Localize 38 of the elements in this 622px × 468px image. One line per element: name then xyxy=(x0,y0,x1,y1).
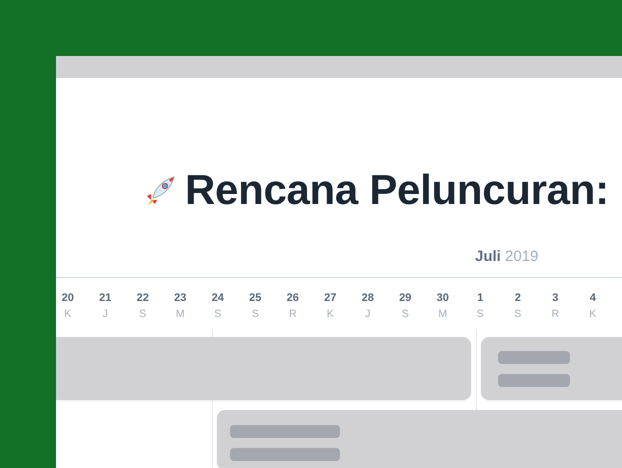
day-number: 27 xyxy=(324,292,336,304)
weekday-label: S xyxy=(476,308,484,320)
timeline-card[interactable] xyxy=(56,337,471,400)
weekday-label: S xyxy=(402,308,409,320)
weekday-label: J xyxy=(102,308,108,320)
day-number: 23 xyxy=(174,292,186,304)
day-number: 24 xyxy=(212,292,224,304)
weekday-label: K xyxy=(326,308,334,320)
rocket-icon xyxy=(145,174,177,206)
day-number: 2 xyxy=(514,292,521,304)
day-number: 30 xyxy=(436,292,449,304)
day-number: 3 xyxy=(552,292,558,304)
weekday-label: R xyxy=(551,308,560,320)
weekday-label: S xyxy=(214,308,222,320)
weekday-label: R xyxy=(288,308,297,320)
day-number: 4 xyxy=(590,292,596,304)
day-number: 21 xyxy=(99,292,112,304)
day-number: 28 xyxy=(362,292,374,304)
weekday-label: K xyxy=(589,308,596,320)
day-number: 25 xyxy=(249,292,262,304)
day-number: 26 xyxy=(286,292,299,304)
day-number: 29 xyxy=(399,292,412,304)
day-number: 1 xyxy=(477,292,484,304)
placeholder-bar xyxy=(498,351,570,364)
weekday-label: S xyxy=(252,308,259,320)
weekday-label: J xyxy=(365,308,370,320)
timeline-card[interactable] xyxy=(481,337,622,400)
day-number: 22 xyxy=(136,292,149,304)
placeholder-bar xyxy=(498,374,570,387)
timeline-card[interactable] xyxy=(217,410,622,468)
month-label: Juli 2019 xyxy=(475,248,540,265)
day-number: 20 xyxy=(62,292,74,304)
page-title: Rencana Peluncuran: xyxy=(185,166,609,214)
weekday-label: M xyxy=(176,308,185,320)
weekday-label: S xyxy=(514,308,522,320)
weekday-label: M xyxy=(438,308,448,320)
weekday-label: K xyxy=(64,308,72,320)
weekday-label: S xyxy=(139,308,146,320)
